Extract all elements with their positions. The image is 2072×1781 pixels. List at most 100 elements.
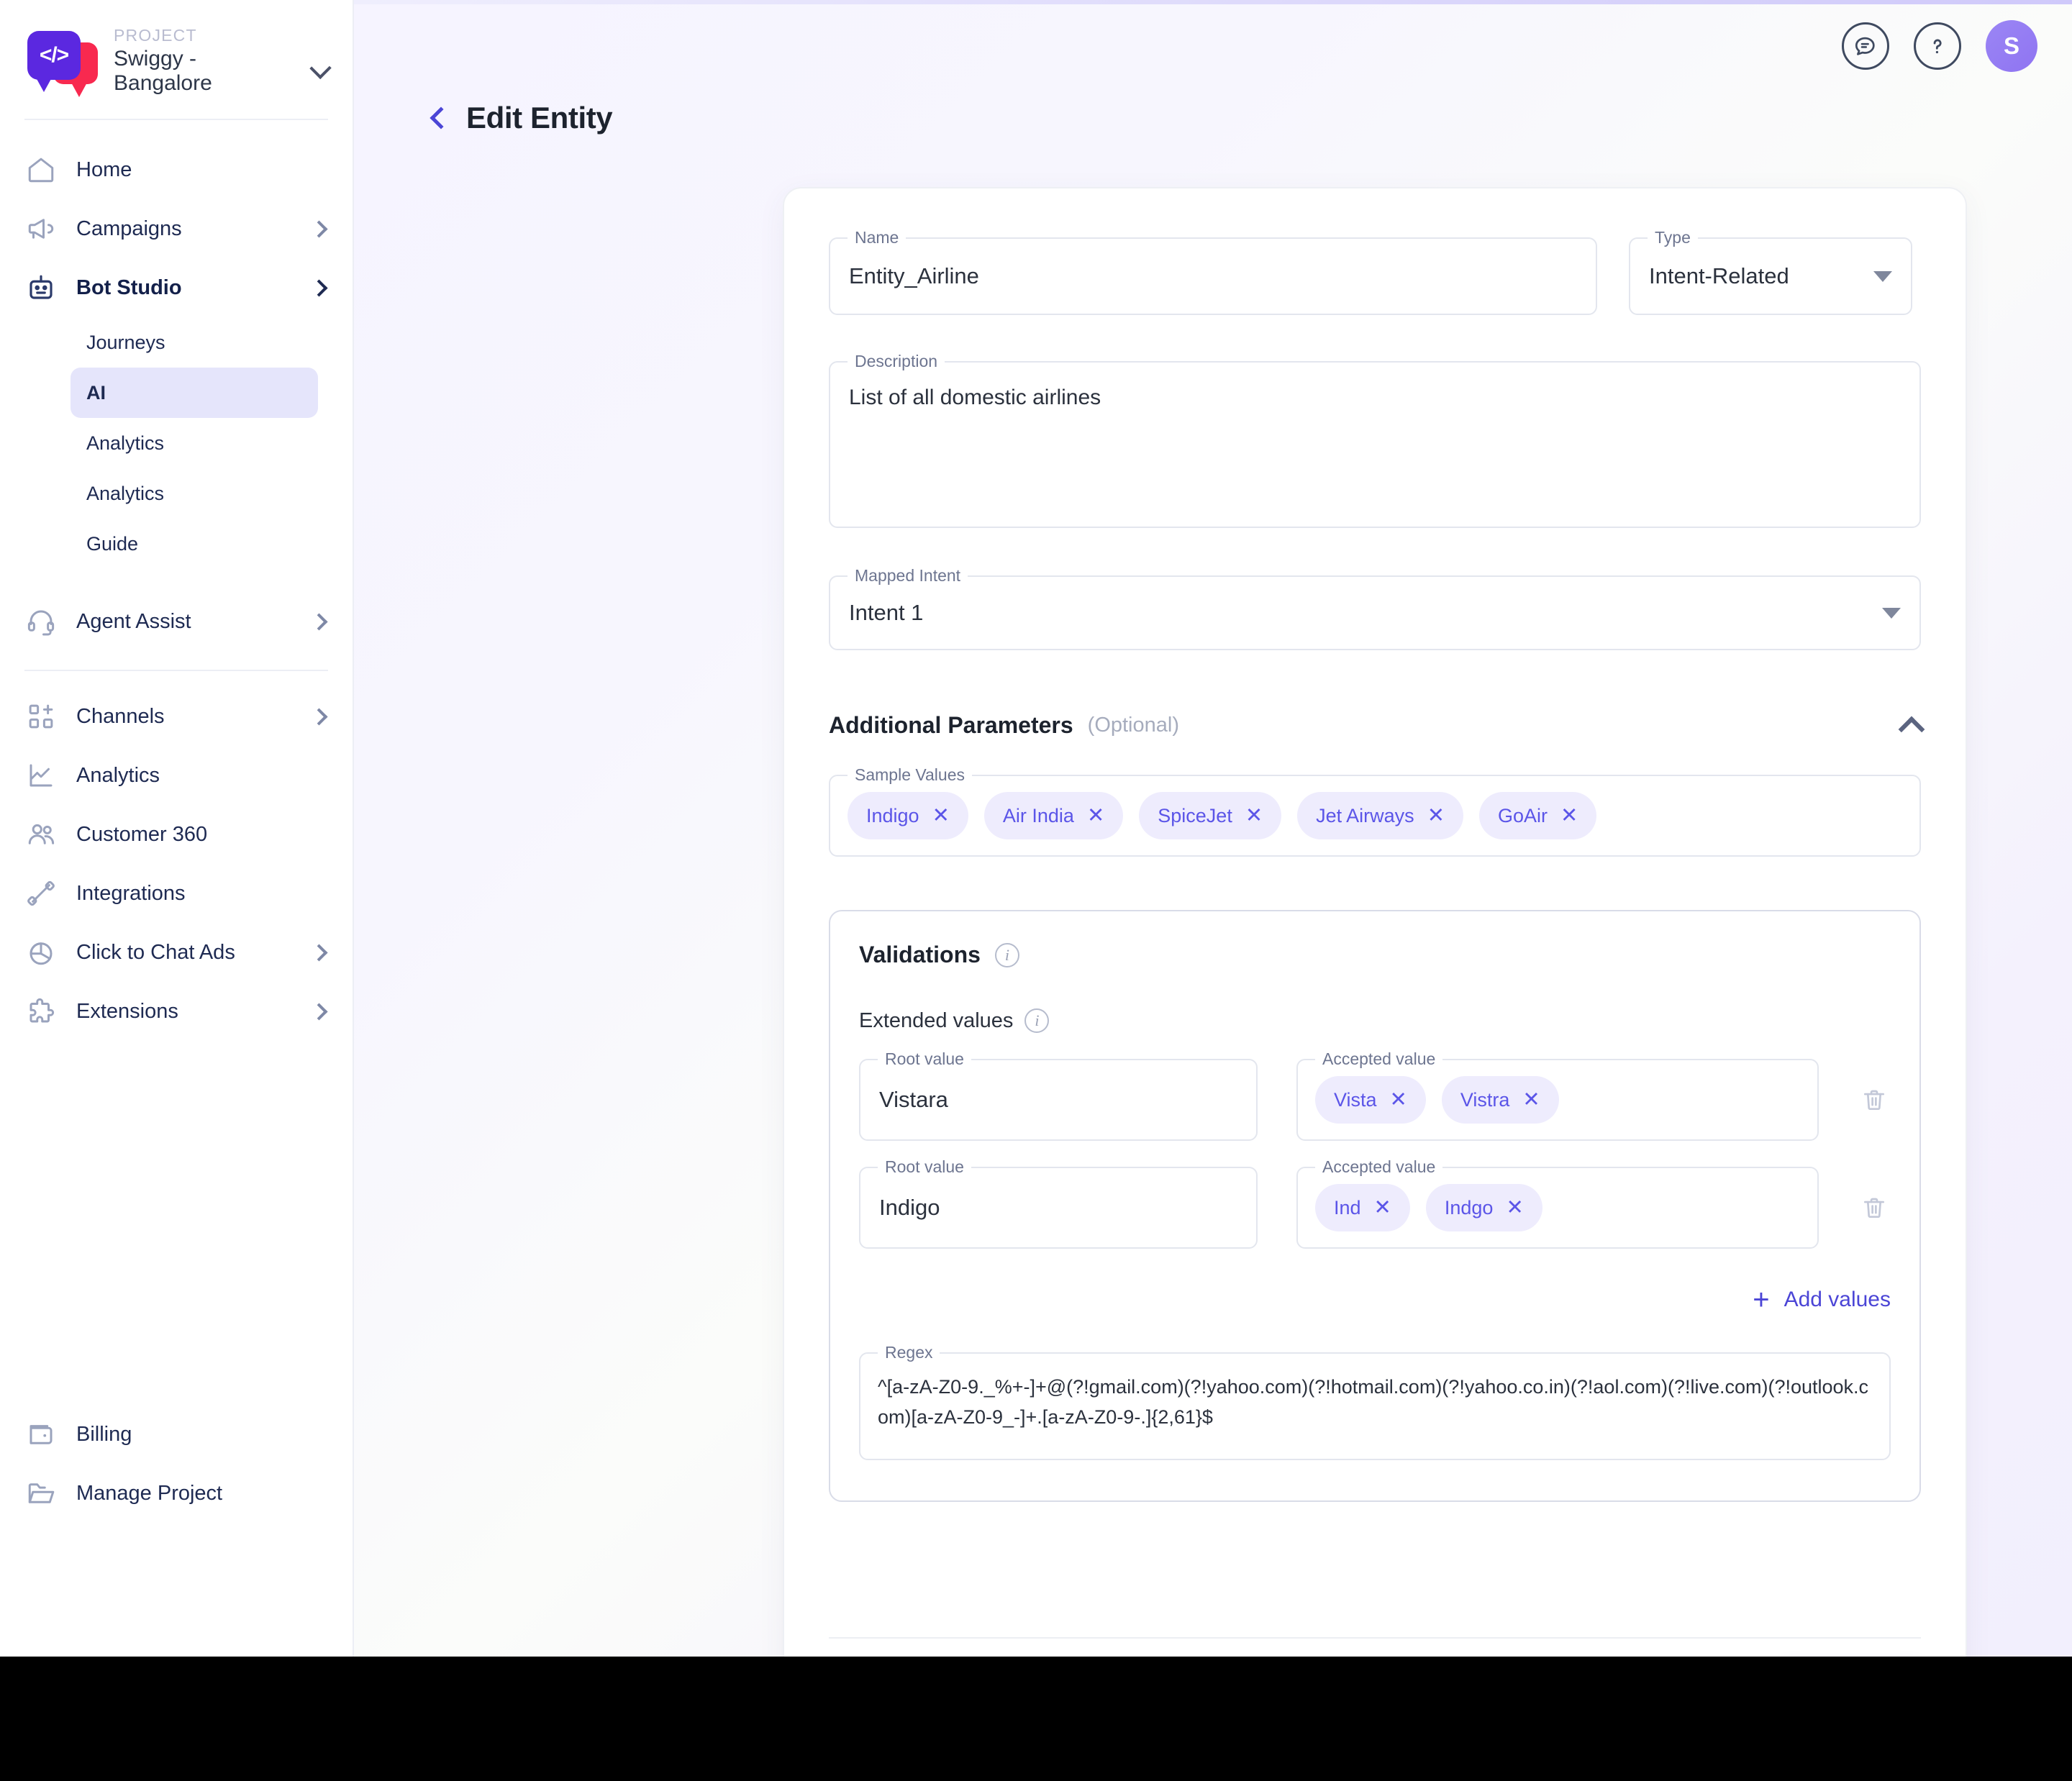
- caret-down-icon[interactable]: [1873, 270, 1892, 282]
- sidebar-item-analytics[interactable]: Analytics: [0, 746, 353, 805]
- feedback-button[interactable]: [1842, 22, 1889, 70]
- top-accent-bar: [354, 0, 2072, 4]
- chevron-right-icon[interactable]: [310, 278, 328, 297]
- sidebar-item-billing[interactable]: Billing: [0, 1405, 353, 1464]
- plus-icon: +: [1753, 1284, 1770, 1316]
- trash-icon[interactable]: [1858, 1194, 1891, 1221]
- chevron-right-icon[interactable]: [310, 943, 328, 962]
- chip-label: Indigo: [866, 804, 919, 826]
- chevron-right-icon[interactable]: [310, 612, 328, 631]
- sidebar-item-label: Home: [76, 158, 132, 181]
- chevron-right-icon[interactable]: [310, 219, 328, 238]
- sidebar-item-home[interactable]: Home: [0, 140, 353, 199]
- entity-name-field[interactable]: Name Entity_Airline: [829, 228, 1597, 315]
- sample-values-field[interactable]: Sample Values Indigo ✕ Air India ✕ SpiceJe…: [829, 765, 1921, 857]
- help-button[interactable]: [1914, 22, 1961, 70]
- sidebar-divider: [24, 670, 328, 671]
- chip[interactable]: Ind ✕: [1315, 1184, 1410, 1231]
- chip[interactable]: Air India ✕: [983, 792, 1124, 839]
- chevron-right-icon[interactable]: [310, 707, 328, 726]
- root-value-input[interactable]: Vistara: [860, 1060, 1256, 1139]
- sidebar-item-extensions[interactable]: Extensions: [0, 982, 353, 1041]
- sidebar-subitem-label: Analytics: [86, 432, 165, 454]
- chip[interactable]: Vista ✕: [1315, 1076, 1426, 1124]
- sidebar-subitem-analytics-2[interactable]: Analytics: [71, 468, 318, 519]
- chip[interactable]: SpiceJet ✕: [1139, 792, 1282, 839]
- avatar[interactable]: S: [1986, 20, 2037, 72]
- regex-value[interactable]: ^[a-zA-Z0-9._%+-]+@(?!gmail.com)(?!yahoo…: [878, 1372, 1872, 1433]
- extended-value-row: Root value Vistara Accepted value Vista ✕…: [859, 1049, 1891, 1141]
- sidebar-item-click-to-chat-ads[interactable]: Click to Chat Ads: [0, 923, 353, 982]
- mapped-intent-value: Intent 1: [849, 600, 924, 625]
- root-value-label: Root value: [878, 1157, 971, 1177]
- robot-icon: [24, 271, 58, 304]
- chip[interactable]: Indigo ✕: [848, 792, 968, 839]
- close-icon[interactable]: ✕: [1506, 1197, 1523, 1219]
- sidebar-subitem-ai[interactable]: AI: [71, 368, 318, 418]
- chip[interactable]: Indgo ✕: [1425, 1184, 1542, 1231]
- add-values-label: Add values: [1784, 1288, 1891, 1311]
- extended-value-row: Root value Indigo Accepted value Ind ✕ In…: [859, 1157, 1891, 1249]
- add-values-button[interactable]: + Add values: [1753, 1284, 1891, 1316]
- logo-code-glyph: </>: [39, 42, 69, 67]
- additional-parameters-header[interactable]: Additional Parameters (Optional): [829, 712, 1925, 742]
- entity-description-value[interactable]: List of all domestic airlines: [830, 363, 1919, 527]
- chip-label: Vistra: [1460, 1088, 1510, 1111]
- sidebar-subitem-journeys[interactable]: Journeys: [71, 317, 318, 368]
- entity-name-value[interactable]: Entity_Airline: [830, 239, 1596, 314]
- chevron-down-icon[interactable]: [309, 57, 332, 80]
- caret-down-icon[interactable]: [1882, 607, 1901, 619]
- question-mark-icon: [1925, 34, 1950, 58]
- chevron-up-icon[interactable]: [1898, 716, 1925, 742]
- avatar-initial: S: [2003, 32, 2019, 59]
- sidebar-subnav-bot-studio: Journeys AI Analytics Analytics Guide: [0, 317, 353, 569]
- sidebar-item-integrations[interactable]: Integrations: [0, 864, 353, 923]
- sidebar-item-campaigns[interactable]: Campaigns: [0, 199, 353, 258]
- close-icon[interactable]: ✕: [1374, 1197, 1391, 1219]
- sidebar-item-manage-project[interactable]: Manage Project: [0, 1464, 353, 1523]
- close-icon[interactable]: ✕: [1390, 1089, 1407, 1111]
- root-value-field[interactable]: Root value Indigo: [859, 1157, 1258, 1249]
- sidebar-item-agent-assist[interactable]: Agent Assist: [0, 592, 353, 651]
- sidebar-subitem-guide[interactable]: Guide: [71, 519, 318, 569]
- root-value-input[interactable]: Indigo: [860, 1168, 1256, 1247]
- chip[interactable]: GoAir ✕: [1479, 792, 1597, 839]
- close-icon[interactable]: ✕: [1087, 805, 1104, 826]
- entity-description-field[interactable]: Description List of all domestic airline…: [829, 352, 1921, 528]
- megaphone-icon: [24, 212, 58, 245]
- trash-icon[interactable]: [1858, 1086, 1891, 1113]
- sample-values-chips: Indigo ✕ Air India ✕ SpiceJet ✕ Jet Airways…: [848, 792, 1902, 839]
- extended-values-label: Extended values: [859, 1008, 1014, 1032]
- close-icon[interactable]: ✕: [932, 805, 950, 826]
- entity-type-select[interactable]: Type Intent-Related: [1629, 228, 1912, 315]
- chip[interactable]: Vistra ✕: [1441, 1076, 1559, 1124]
- wallet-icon: [24, 1418, 58, 1451]
- sidebar-item-label: Channels: [76, 704, 165, 728]
- chevron-left-icon[interactable]: [430, 106, 453, 129]
- chip-label: Ind: [1334, 1196, 1361, 1219]
- chip[interactable]: Jet Airways ✕: [1297, 792, 1463, 839]
- chip-label: GoAir: [1498, 804, 1548, 826]
- sidebar-item-label: Analytics: [76, 763, 160, 787]
- sidebar-item-customer-360[interactable]: Customer 360: [0, 805, 353, 864]
- pie-chart-icon: [24, 936, 58, 969]
- sidebar-item-bot-studio[interactable]: Bot Studio: [0, 258, 353, 317]
- close-icon[interactable]: ✕: [1427, 805, 1445, 826]
- close-icon[interactable]: ✕: [1245, 805, 1263, 826]
- chevron-right-icon[interactable]: [310, 1002, 328, 1021]
- sample-values-label: Sample Values: [848, 765, 972, 785]
- close-icon[interactable]: ✕: [1560, 805, 1578, 826]
- accepted-value-field[interactable]: Accepted value Ind ✕ Indgo ✕: [1296, 1157, 1819, 1249]
- sidebar-item-channels[interactable]: Channels: [0, 687, 353, 746]
- close-icon[interactable]: ✕: [1522, 1089, 1540, 1111]
- info-icon[interactable]: i: [994, 942, 1019, 967]
- sidebar-subitem-analytics-1[interactable]: Analytics: [71, 418, 318, 468]
- app-logo-icon: </>: [24, 27, 98, 97]
- mapped-intent-select[interactable]: Mapped Intent Intent 1: [829, 566, 1921, 650]
- info-icon[interactable]: i: [1024, 1008, 1050, 1033]
- accepted-value-field[interactable]: Accepted value Vista ✕ Vistra ✕: [1296, 1049, 1819, 1141]
- root-value-field[interactable]: Root value Vistara: [859, 1049, 1258, 1141]
- regex-field[interactable]: Regex ^[a-zA-Z0-9._%+-]+@(?!gmail.com)(?…: [859, 1343, 1891, 1460]
- project-switcher[interactable]: </> PROJECT Swiggy - Bangalore: [0, 0, 353, 117]
- root-value-label: Root value: [878, 1049, 971, 1069]
